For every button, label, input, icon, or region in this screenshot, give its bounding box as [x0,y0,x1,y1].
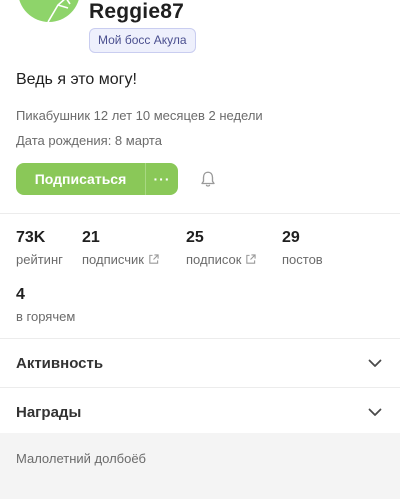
tenure-text: Пикабушник 12 лет 10 месяцев 2 недели [16,108,263,123]
bell-icon[interactable] [199,170,217,188]
stat-hot[interactable]: 4 в горячем [16,286,75,324]
stat-value: 21 [82,229,100,246]
chevron-down-icon [368,359,382,367]
stat-followers[interactable]: 21 подписчик [82,229,159,267]
subscribe-button[interactable]: Подписаться [16,163,145,195]
avatar-tree-icon [47,0,71,22]
more-options-button[interactable]: ··· [146,163,178,195]
divider [0,213,400,214]
profile-status: Ведь я это могу! [16,71,137,88]
stat-label: подписчик [82,252,159,267]
stat-label: постов [282,252,323,267]
stat-label: подписок [186,252,257,267]
section-title: Награды [16,403,82,421]
stat-label: в горячем [16,309,76,324]
stat-subscriptions[interactable]: 25 подписок [186,229,257,267]
external-link-icon [149,254,159,264]
user-badge[interactable]: Мой босс Акула [89,28,196,53]
avatar[interactable] [18,0,80,22]
section-awards[interactable]: Награды [0,388,400,436]
section-activity[interactable]: Активность [0,339,400,387]
username: Reggie87 [89,0,184,23]
stat-value: 73K [16,229,46,246]
stat-value: 29 [282,229,300,246]
section-title: Активность [16,354,104,372]
stat-value: 25 [186,229,204,246]
profile-note: Малолетний долбоёб [16,451,146,466]
external-link-icon [246,254,257,264]
stat-value: 4 [16,286,25,303]
chevron-down-icon [368,408,382,416]
profile-note-panel: Малолетний долбоёб [0,433,400,499]
stat-rating: 73K рейтинг [16,229,63,267]
subscribe-button-group: Подписаться ··· [16,163,178,195]
stat-posts[interactable]: 29 постов [282,229,323,267]
birthday-text: Дата рождения: 8 марта [16,133,162,148]
stat-label: рейтинг [16,252,63,267]
